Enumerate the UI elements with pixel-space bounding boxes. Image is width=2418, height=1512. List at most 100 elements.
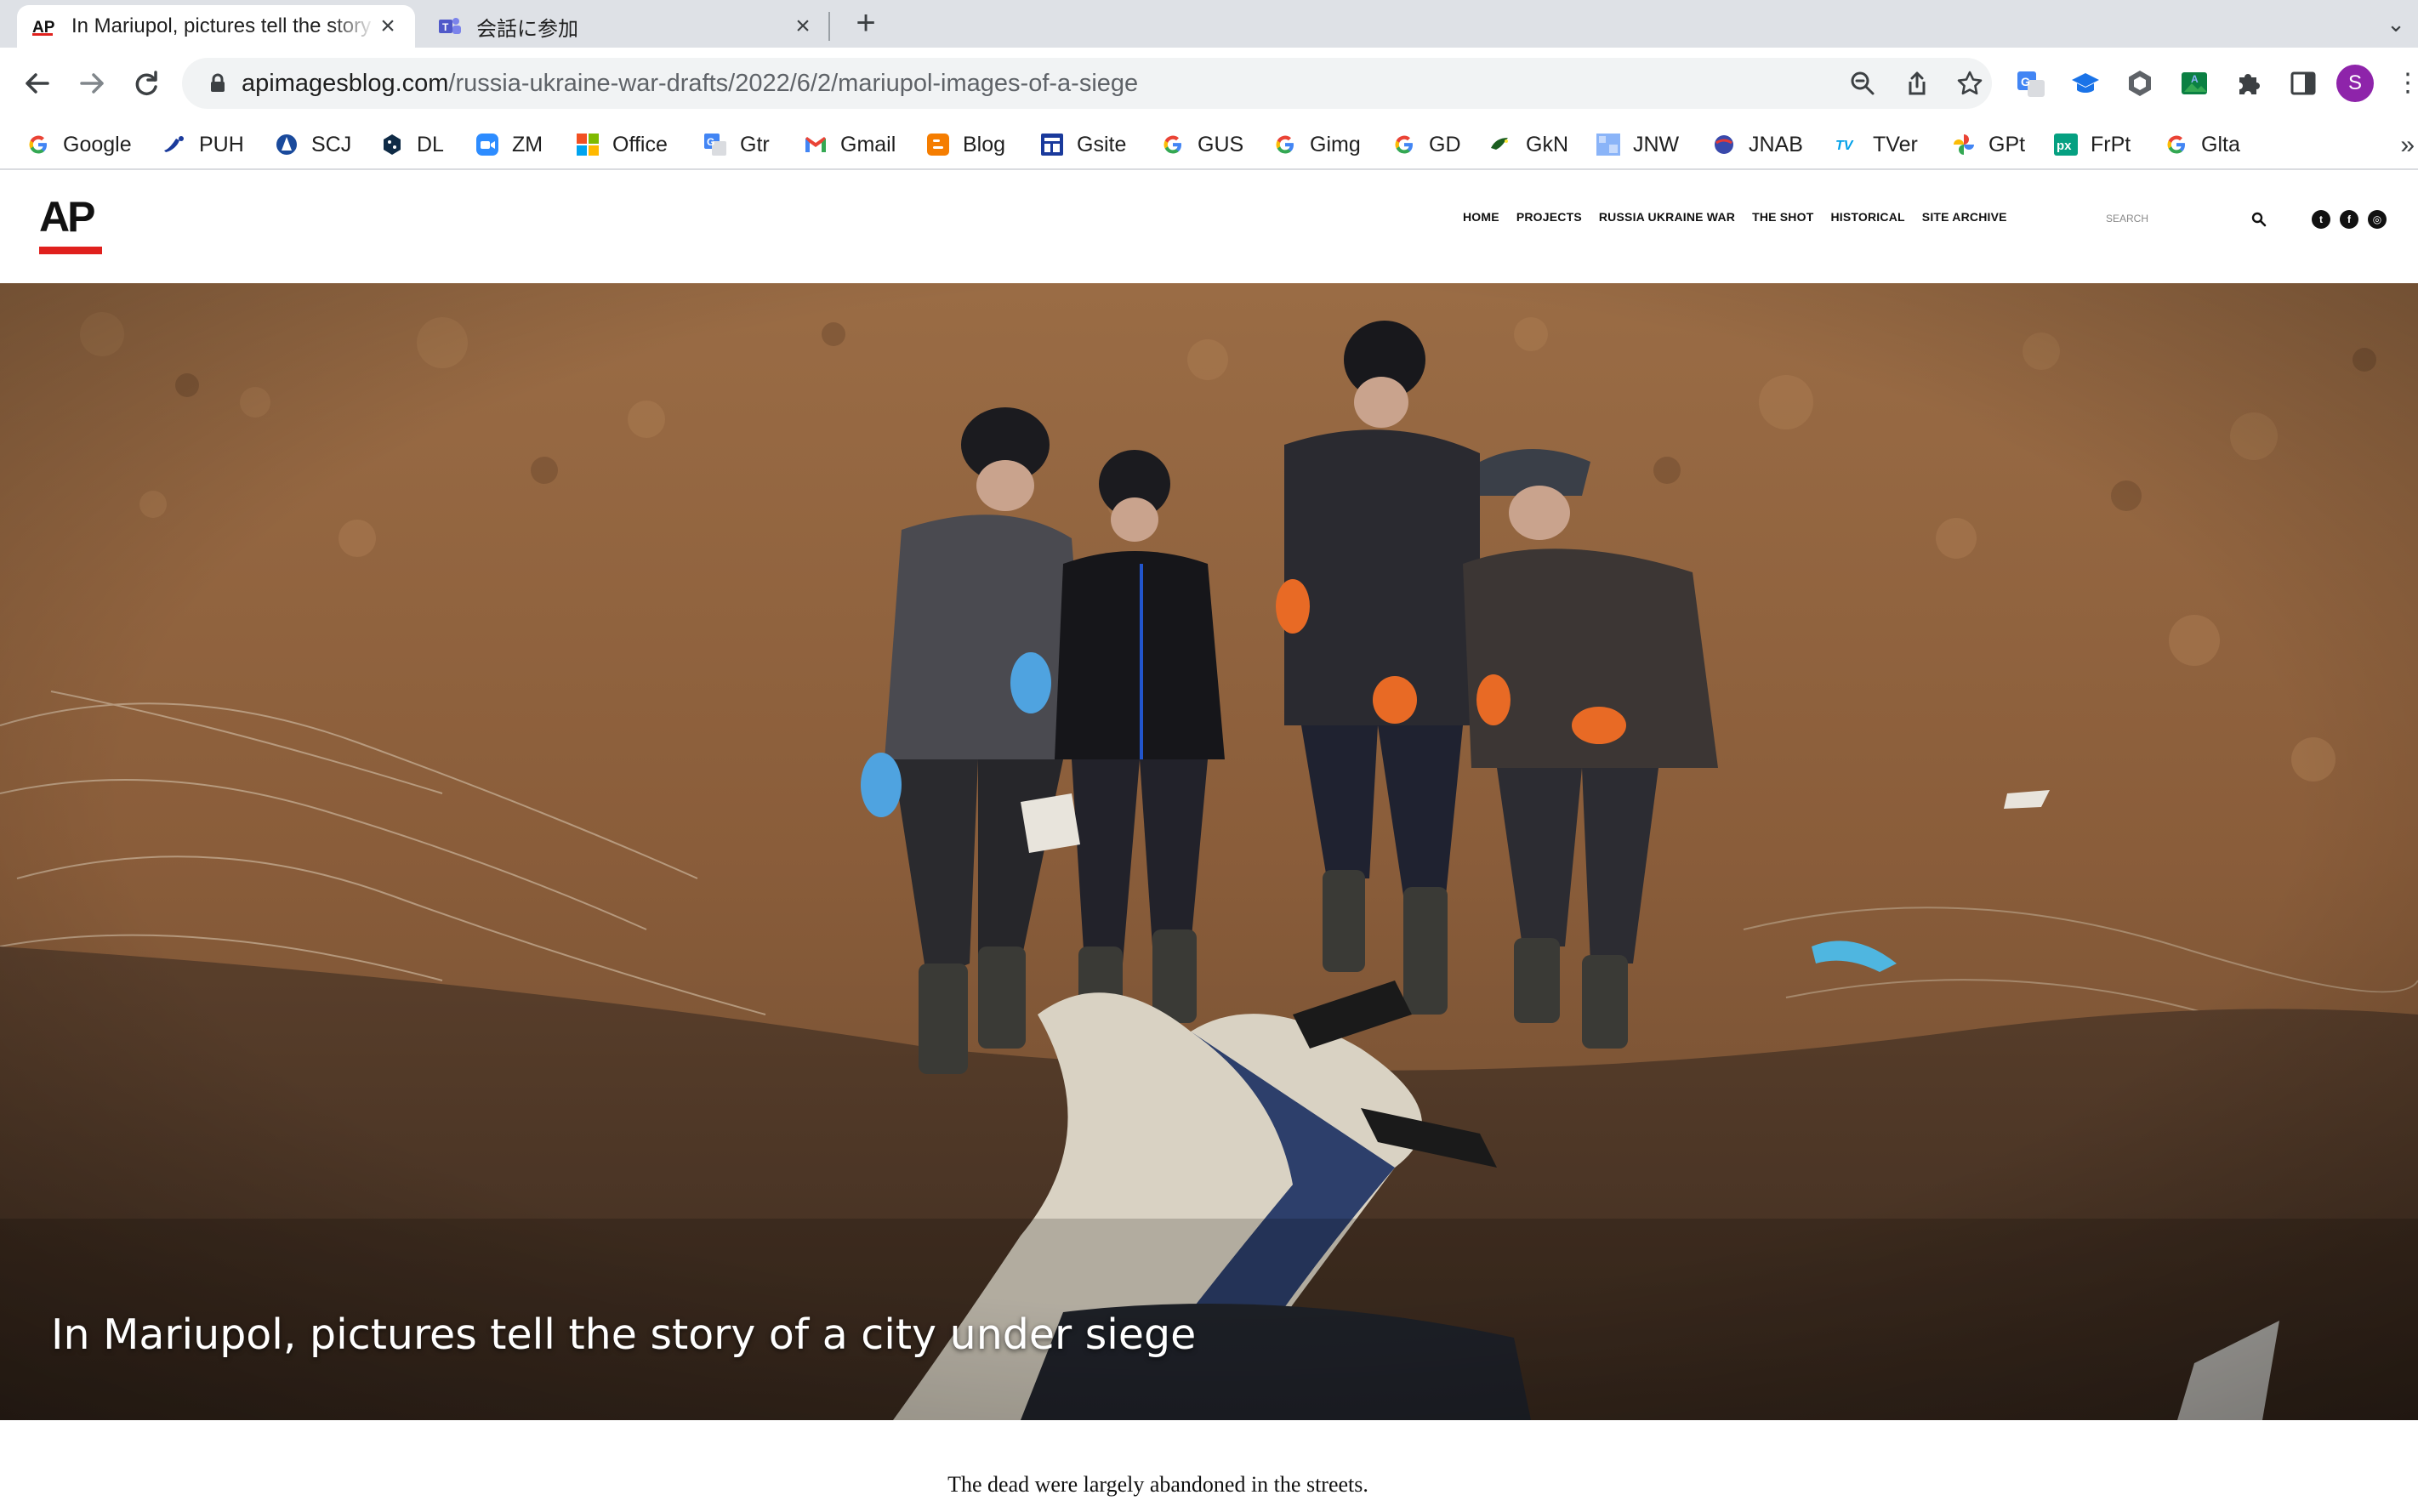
tab-strip: AP In Mariupol, pictures tell the story … xyxy=(0,0,2418,48)
bookmark-puh[interactable]: PUH xyxy=(162,128,244,162)
bookmark-label: Gmail xyxy=(840,132,896,156)
url-path: /russia-ukraine-war-drafts/2022/6/2/mari… xyxy=(448,70,1139,97)
bookmark-tver[interactable]: TV TVer xyxy=(1835,128,1918,162)
ap-logo-underline xyxy=(39,247,102,254)
site-nav: HOME PROJECTS RUSSIA UKRAINE WAR THE SHO… xyxy=(1463,210,2007,224)
bookmarks-bar: Google PUH SCJ DL ZM Office G Gtr Gmail … xyxy=(0,119,2418,170)
back-button[interactable] xyxy=(17,63,58,104)
svg-text:A: A xyxy=(2191,73,2199,85)
svg-text:TV: TV xyxy=(1835,139,1854,153)
ap-logo[interactable]: AP xyxy=(39,192,95,242)
bookmark-zm[interactable]: ZM xyxy=(475,128,543,162)
nav-russia-ukraine-war[interactable]: RUSSIA UKRAINE WAR xyxy=(1599,210,1735,224)
jnw-icon xyxy=(1596,132,1621,157)
nav-the-shot[interactable]: THE SHOT xyxy=(1752,210,1813,224)
bookmark-gmail[interactable]: Gmail xyxy=(803,128,896,162)
nav-historical[interactable]: HISTORICAL xyxy=(1830,210,1904,224)
bookmark-label: Google xyxy=(63,132,132,156)
hexagon-extension-icon[interactable] xyxy=(2121,65,2159,102)
google-icon xyxy=(1160,132,1186,157)
deepl-icon xyxy=(379,132,405,157)
new-tab-button[interactable]: + xyxy=(849,6,883,41)
bookmark-jnab[interactable]: JNAB xyxy=(1711,128,1803,162)
bookmark-label: SCJ xyxy=(311,132,352,156)
bookmark-label: GD xyxy=(1429,132,1461,156)
facebook-icon[interactable]: f xyxy=(2340,210,2358,229)
google-translate-icon: G xyxy=(703,132,728,157)
hero-image: In Mariupol, pictures tell the story of … xyxy=(0,283,2418,1420)
site-header: AP HOME PROJECTS RUSSIA UKRAINE WAR THE … xyxy=(0,170,2418,283)
bookmark-label: Glta xyxy=(2201,132,2240,156)
google-icon xyxy=(1391,132,1417,157)
bookmark-dl[interactable]: DL xyxy=(379,128,444,162)
hero-photo-illustration xyxy=(0,283,2418,1420)
profile-avatar[interactable]: S xyxy=(2336,65,2374,102)
ap-favicon-icon: AP xyxy=(32,14,58,39)
extensions-puzzle-icon[interactable] xyxy=(2230,65,2267,102)
tver-icon: TV xyxy=(1835,132,1861,157)
reload-button[interactable] xyxy=(126,63,167,104)
bookmark-gpt[interactable]: GPt xyxy=(1951,128,2025,162)
bookmark-star-icon[interactable] xyxy=(1953,66,1987,100)
bookmark-jnw[interactable]: JNW xyxy=(1596,128,1679,162)
bookmark-label: TVer xyxy=(1873,132,1918,156)
bookmark-label: Office xyxy=(612,132,668,156)
tab-search-chevron-icon[interactable]: ⌄ xyxy=(2381,9,2411,39)
forward-button[interactable] xyxy=(71,63,112,104)
bookmark-label: FrPt xyxy=(2091,132,2131,156)
graduation-cap-extension-icon[interactable] xyxy=(2067,65,2104,102)
article-caption: The dead were largely abandoned in the s… xyxy=(947,1472,1368,1497)
scj-icon xyxy=(274,132,299,157)
bookmark-gus[interactable]: GUS xyxy=(1160,128,1243,162)
lock-icon[interactable] xyxy=(206,71,230,95)
reload-icon xyxy=(135,71,157,95)
bookmark-office[interactable]: Office xyxy=(575,128,668,162)
bookmark-label: JNAB xyxy=(1749,132,1803,156)
google-icon xyxy=(26,132,51,157)
web-page: AP HOME PROJECTS RUSSIA UKRAINE WAR THE … xyxy=(0,170,2418,1512)
close-tab-icon[interactable]: × xyxy=(791,14,815,39)
pixlr-icon: px xyxy=(2053,132,2079,157)
twitter-icon[interactable]: t xyxy=(2312,210,2330,229)
site-search-input[interactable]: SEARCH xyxy=(2106,209,2267,230)
zoom-icon[interactable] xyxy=(1846,66,1880,100)
bookmark-scj[interactable]: SCJ xyxy=(274,128,351,162)
google-icon xyxy=(2164,132,2189,157)
google-photos-icon xyxy=(1951,132,1977,157)
bookmark-gsite[interactable]: Gsite xyxy=(1039,128,1126,162)
bookmark-gtr[interactable]: G Gtr xyxy=(703,128,770,162)
bookmark-blog[interactable]: Blog xyxy=(925,128,1005,162)
search-icon[interactable] xyxy=(2250,211,2267,228)
google-sites-icon xyxy=(1039,132,1065,157)
bookmark-glta[interactable]: Glta xyxy=(2164,128,2240,162)
bookmark-gd[interactable]: GD xyxy=(1391,128,1461,162)
image-extension-icon[interactable]: A xyxy=(2176,65,2213,102)
svg-text:G: G xyxy=(2021,75,2030,88)
instagram-icon[interactable]: ◎ xyxy=(2368,210,2387,229)
bookmark-gkn[interactable]: GkN xyxy=(1488,128,1568,162)
close-tab-icon[interactable]: × xyxy=(376,14,400,39)
tab-ap-article[interactable]: AP In Mariupol, pictures tell the story … xyxy=(17,5,415,48)
bookmark-google[interactable]: Google xyxy=(26,128,132,162)
nav-site-archive[interactable]: SITE ARCHIVE xyxy=(1922,210,2007,224)
share-icon[interactable] xyxy=(1900,66,1934,100)
menu-kebab-icon[interactable]: ⋮ xyxy=(2395,65,2418,102)
address-bar[interactable]: apimagesblog.com/russia-ukraine-war-draf… xyxy=(182,58,1992,109)
gkn-icon xyxy=(1488,132,1514,157)
zoom-icon xyxy=(475,132,500,157)
bookmarks-overflow-chevron-icon[interactable]: » xyxy=(2400,131,2415,160)
nav-projects[interactable]: PROJECTS xyxy=(1516,210,1582,224)
bookmark-gimg[interactable]: Gimg xyxy=(1272,128,1361,162)
tab-title: 会話に参加 xyxy=(476,17,578,41)
back-arrow-icon xyxy=(26,73,49,94)
bookmark-frpt[interactable]: px FrPt xyxy=(2053,128,2131,162)
forward-arrow-icon xyxy=(80,73,104,94)
tab-teams[interactable]: T 会話に参加 × xyxy=(422,5,830,48)
bookmark-label: Gimg xyxy=(1310,132,1361,156)
nav-home[interactable]: HOME xyxy=(1463,210,1499,224)
url-text[interactable]: apimagesblog.com/russia-ukraine-war-draf… xyxy=(242,70,1138,98)
bookmark-label: GkN xyxy=(1526,132,1568,156)
bookmark-label: JNW xyxy=(1633,132,1680,156)
side-panel-icon[interactable] xyxy=(2284,65,2322,102)
google-translate-extension-icon[interactable]: G xyxy=(2012,65,2050,102)
